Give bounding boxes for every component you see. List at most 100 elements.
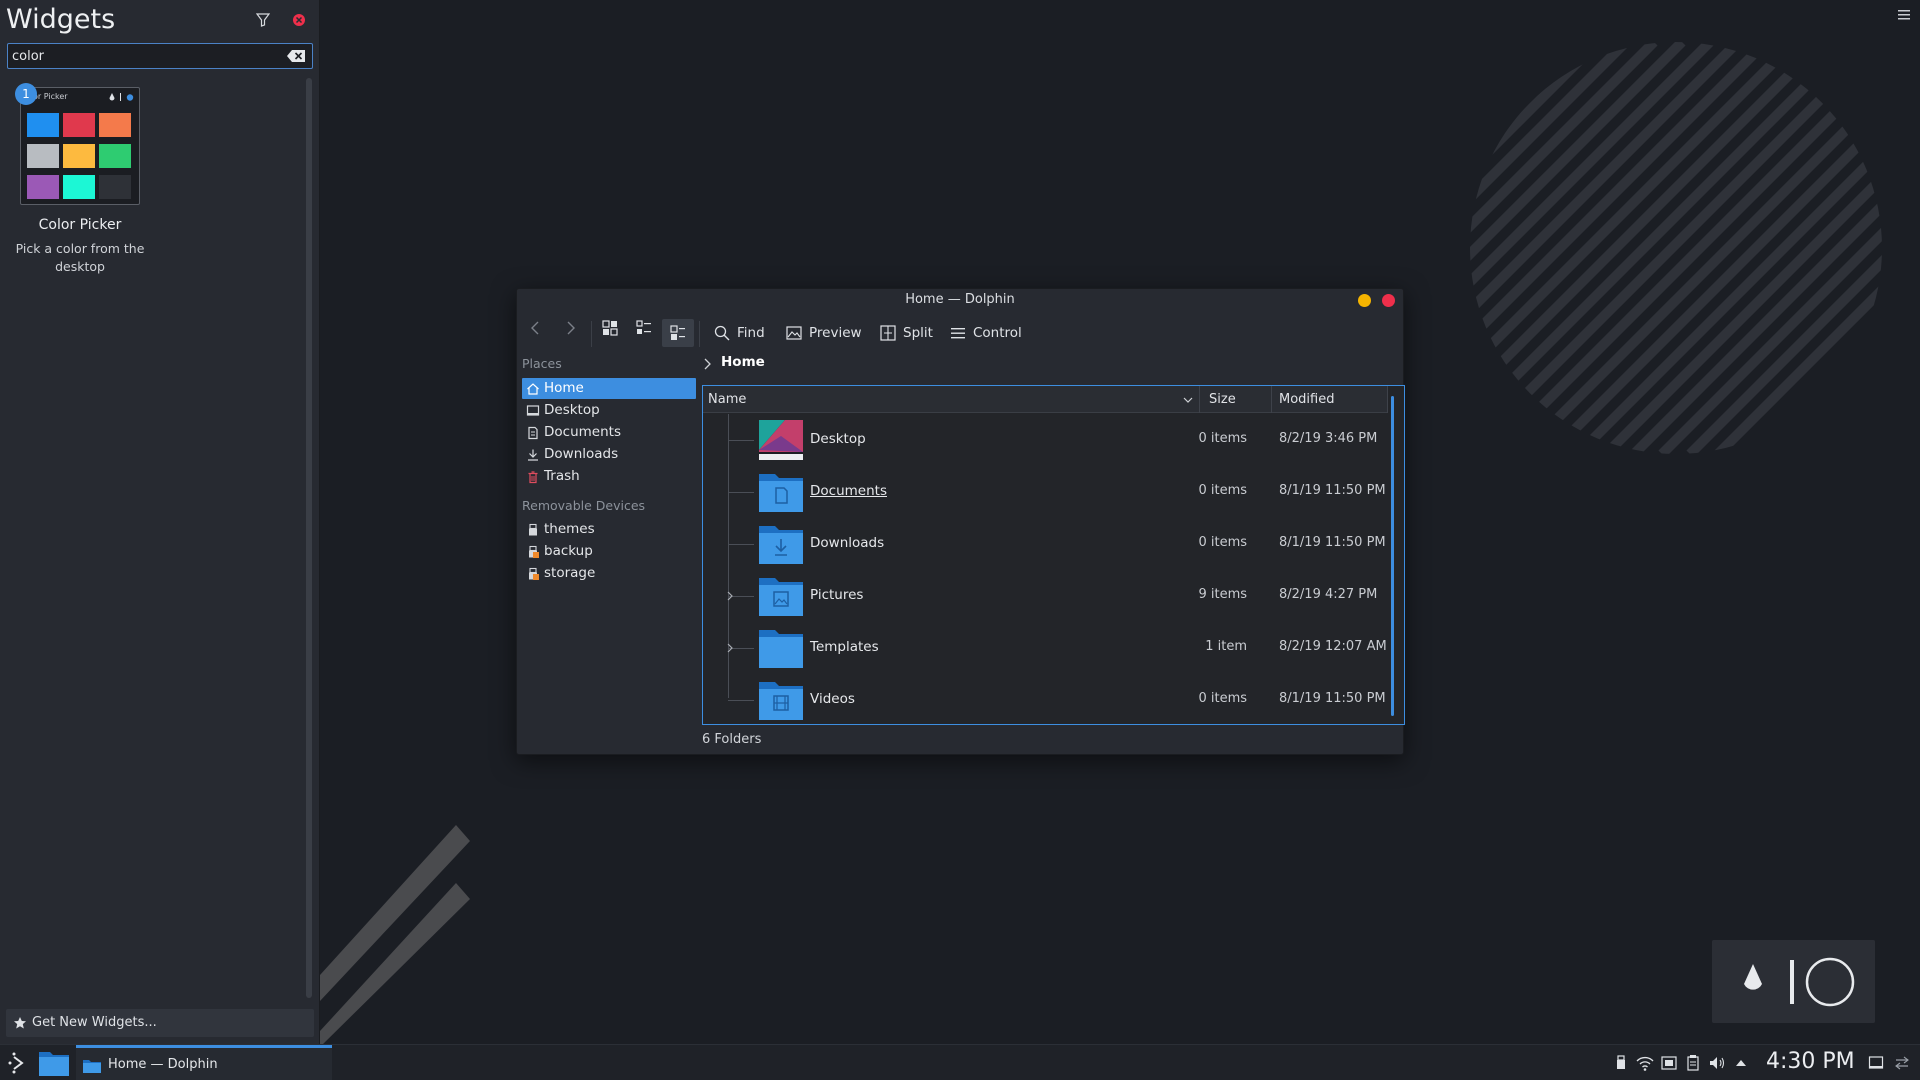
column-separator[interactable] — [1199, 386, 1200, 413]
file-modified: 8/1/19 11:50 PM — [1279, 535, 1386, 550]
device-notifier-icon[interactable] — [1660, 1053, 1678, 1073]
volume-icon[interactable] — [1708, 1053, 1726, 1073]
folder-icon — [83, 1060, 101, 1073]
wifi-icon[interactable] — [1636, 1053, 1654, 1073]
file-modified: 8/1/19 11:50 PM — [1279, 691, 1386, 706]
place-label: themes — [544, 521, 595, 537]
place-home[interactable]: Home — [522, 378, 696, 399]
close-panel-icon[interactable] — [292, 13, 306, 27]
place-label: Desktop — [544, 402, 600, 418]
back-icon[interactable] — [527, 319, 545, 337]
file-view-scrollbar[interactable] — [1391, 396, 1394, 716]
tree-branch — [728, 544, 754, 545]
chevron-down-icon[interactable] — [1183, 396, 1193, 404]
download-icon — [528, 449, 538, 461]
chevron-right-icon[interactable] — [702, 358, 712, 370]
split-button[interactable]: Split — [879, 319, 939, 347]
column-separator[interactable] — [1271, 386, 1272, 413]
clear-search-icon[interactable] — [286, 49, 306, 63]
breadcrumb-home[interactable]: Home — [721, 354, 765, 370]
color-swatch — [27, 144, 59, 168]
color-swatch — [63, 113, 95, 137]
digital-clock[interactable]: 4:30 PM — [1766, 1049, 1855, 1074]
desktop-folder-icon — [759, 420, 803, 460]
usb-device-icon[interactable] — [1612, 1053, 1630, 1073]
device-backup[interactable]: backup — [522, 541, 696, 562]
widget-list-scrollbar[interactable] — [306, 78, 312, 998]
file-row[interactable]: Pictures 9 items 8/2/19 4:27 PM — [703, 570, 1388, 622]
documents-folder-icon — [759, 474, 803, 512]
documents-icon — [528, 426, 538, 440]
wallpaper-diagonal-stripes — [320, 825, 470, 1047]
compact-view-icon[interactable] — [635, 319, 653, 337]
show-desktop-icon[interactable] — [1868, 1055, 1884, 1071]
task-dolphin[interactable]: Home — Dolphin — [76, 1045, 332, 1080]
device-themes[interactable]: themes — [522, 519, 696, 540]
tile-header-icons — [109, 93, 134, 101]
videos-folder-icon — [759, 682, 803, 720]
details-view-button[interactable] — [662, 319, 694, 347]
toolbar-separator — [591, 321, 592, 347]
hamburger-menu-icon — [951, 328, 965, 339]
dolphin-window: Home — Dolphin Find Preview Split Contro… — [516, 288, 1405, 755]
file-row[interactable]: Downloads 0 items 8/1/19 11:50 PM — [703, 518, 1388, 570]
file-row[interactable]: Documents 0 items 8/1/19 11:50 PM — [703, 466, 1388, 518]
minimize-button[interactable] — [1358, 294, 1371, 307]
widget-search-field[interactable] — [7, 43, 313, 69]
file-view: Name Size Modified Desktop 0 items 8/2/1… — [702, 385, 1405, 725]
widget-divider — [1790, 960, 1794, 1004]
desktop-color-picker-widget[interactable] — [1712, 940, 1875, 1023]
find-button[interactable]: Find — [713, 319, 773, 347]
place-desktop[interactable]: Desktop — [522, 400, 696, 421]
file-name: Downloads — [810, 535, 885, 551]
color-picker-widget-tile[interactable]: or Picker — [20, 87, 140, 205]
file-size: 1 item — [1205, 639, 1247, 654]
application-launcher-icon[interactable] — [6, 1051, 30, 1075]
templates-folder-icon — [759, 630, 803, 668]
file-modified: 8/2/19 3:46 PM — [1279, 431, 1378, 446]
desktop-menu-icon[interactable] — [1896, 8, 1912, 22]
get-new-widgets-button[interactable]: Get New Widgets... — [6, 1009, 314, 1037]
window-titlebar[interactable]: Home — Dolphin — [517, 289, 1403, 311]
tree-branch — [728, 700, 754, 701]
icons-view-icon[interactable] — [601, 319, 619, 337]
file-row[interactable]: Desktop 0 items 8/2/19 3:46 PM — [703, 414, 1388, 466]
chevron-up-icon[interactable] — [1732, 1053, 1750, 1073]
file-row[interactable]: Templates 1 item 8/2/19 12:07 AM — [703, 622, 1388, 674]
dolphin-launcher-icon[interactable] — [38, 1049, 70, 1077]
widget-search-input[interactable] — [12, 46, 282, 66]
search-icon — [714, 325, 730, 341]
column-separator[interactable] — [1387, 386, 1388, 413]
place-downloads[interactable]: Downloads — [522, 444, 696, 465]
file-size: 9 items — [1198, 587, 1247, 602]
widgets-panel-title: Widgets — [6, 4, 116, 35]
split-label: Split — [903, 325, 933, 341]
usb-drive-icon — [529, 567, 539, 580]
column-name-header[interactable]: Name — [708, 392, 746, 407]
clipboard-icon[interactable] — [1684, 1053, 1702, 1073]
file-row[interactable]: Videos 0 items 8/1/19 11:50 PM — [703, 674, 1388, 726]
file-size: 0 items — [1198, 691, 1247, 706]
widgets-panel: Widgets or Picker 1 Color Picker Pick a … — [0, 0, 320, 1044]
expand-chevron-icon[interactable] — [726, 643, 734, 653]
close-button[interactable] — [1382, 294, 1395, 307]
find-label: Find — [737, 325, 765, 341]
file-modified: 8/2/19 12:07 AM — [1279, 639, 1387, 654]
removable-devices-header: Removable Devices — [522, 498, 646, 513]
forward-icon[interactable] — [561, 319, 579, 337]
column-modified-header[interactable]: Modified — [1279, 392, 1334, 407]
panel-settings-icon[interactable] — [1894, 1055, 1910, 1071]
place-trash[interactable]: Trash — [522, 466, 696, 487]
preview-button[interactable]: Preview — [785, 319, 865, 347]
place-label: backup — [544, 543, 593, 559]
expand-chevron-icon[interactable] — [726, 591, 734, 601]
widget-description: Pick a color from the desktop — [15, 241, 145, 274]
place-documents[interactable]: Documents — [522, 422, 696, 443]
filter-icon[interactable] — [256, 13, 270, 27]
tree-branch — [728, 440, 754, 441]
place-label: Downloads — [544, 446, 619, 462]
column-size-header[interactable]: Size — [1209, 392, 1236, 407]
device-storage[interactable]: storage — [522, 563, 696, 584]
color-swatch — [99, 144, 131, 168]
control-menu-button[interactable]: Control — [949, 319, 1025, 347]
